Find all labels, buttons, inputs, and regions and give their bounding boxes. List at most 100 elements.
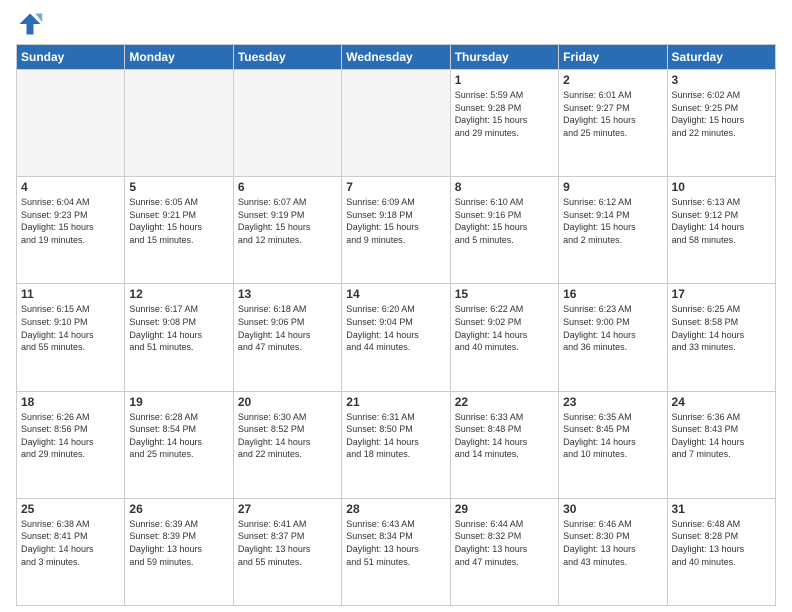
day-info: Sunrise: 6:18 AM Sunset: 9:06 PM Dayligh… (238, 303, 337, 353)
day-number: 15 (455, 287, 554, 301)
table-cell: 17 Sunrise: 6:25 AM Sunset: 8:58 PM Dayli… (667, 284, 775, 391)
table-cell: 10Sunrise: 6:13 AM Sunset: 9:12 PM Dayli… (667, 177, 775, 284)
table-cell: 29 Sunrise: 6:44 AM Sunset: 8:32 PM Dayli… (450, 498, 558, 605)
table-cell: 8 Sunrise: 6:10 AM Sunset: 9:16 PM Daylig… (450, 177, 558, 284)
day-info: Sunrise: 6:12 AM Sunset: 9:14 PM Dayligh… (563, 196, 662, 246)
day-info: Sunrise: 6:17 AM Sunset: 9:08 PM Dayligh… (129, 303, 228, 353)
table-cell: 6 Sunrise: 6:07 AM Sunset: 9:19 PM Daylig… (233, 177, 341, 284)
day-number: 2 (563, 73, 662, 87)
day-number: 11 (21, 287, 120, 301)
day-info: Sunrise: 6:48 AM Sunset: 8:28 PM Dayligh… (672, 518, 771, 568)
day-info: Sunrise: 6:22 AM Sunset: 9:02 PM Dayligh… (455, 303, 554, 353)
table-cell: 3 Sunrise: 6:02 AM Sunset: 9:25 PM Daylig… (667, 70, 775, 177)
day-number: 18 (21, 395, 120, 409)
day-info: Sunrise: 6:38 AM Sunset: 8:41 PM Dayligh… (21, 518, 120, 568)
day-info: Sunrise: 6:20 AM Sunset: 9:04 PM Dayligh… (346, 303, 445, 353)
day-info: Sunrise: 6:41 AM Sunset: 8:37 PM Dayligh… (238, 518, 337, 568)
day-info: Sunrise: 6:10 AM Sunset: 9:16 PM Dayligh… (455, 196, 554, 246)
day-info: Sunrise: 6:09 AM Sunset: 9:18 PM Dayligh… (346, 196, 445, 246)
col-friday: Friday (559, 45, 667, 70)
day-number: 20 (238, 395, 337, 409)
table-cell: 11 Sunrise: 6:15 AM Sunset: 9:10 PM Dayli… (17, 284, 125, 391)
table-cell: 15 Sunrise: 6:22 AM Sunset: 9:02 PM Dayli… (450, 284, 558, 391)
day-info: Sunrise: 6:23 AM Sunset: 9:00 PM Dayligh… (563, 303, 662, 353)
table-cell: 30Sunrise: 6:46 AM Sunset: 8:30 PM Dayli… (559, 498, 667, 605)
day-number: 8 (455, 180, 554, 194)
table-cell: 2 Sunrise: 6:01 AM Sunset: 9:27 PM Daylig… (559, 70, 667, 177)
day-info: Sunrise: 6:33 AM Sunset: 8:48 PM Dayligh… (455, 411, 554, 461)
day-info: Sunrise: 6:07 AM Sunset: 9:19 PM Dayligh… (238, 196, 337, 246)
day-number: 1 (455, 73, 554, 87)
table-cell: 18 Sunrise: 6:26 AM Sunset: 8:56 PM Dayli… (17, 391, 125, 498)
logo-icon (16, 10, 44, 38)
day-number: 14 (346, 287, 445, 301)
table-cell: 25 Sunrise: 6:38 AM Sunset: 8:41 PM Dayli… (17, 498, 125, 605)
day-number: 23 (563, 395, 662, 409)
table-cell: 20Sunrise: 6:30 AM Sunset: 8:52 PM Dayli… (233, 391, 341, 498)
table-cell: 16Sunrise: 6:23 AM Sunset: 9:00 PM Dayli… (559, 284, 667, 391)
day-number: 31 (672, 502, 771, 516)
day-number: 29 (455, 502, 554, 516)
table-cell: 12 Sunrise: 6:17 AM Sunset: 9:08 PM Dayli… (125, 284, 233, 391)
table-cell: 7Sunrise: 6:09 AM Sunset: 9:18 PM Daylig… (342, 177, 450, 284)
table-cell: 5 Sunrise: 6:05 AM Sunset: 9:21 PM Daylig… (125, 177, 233, 284)
day-info: Sunrise: 5:59 AM Sunset: 9:28 PM Dayligh… (455, 89, 554, 139)
day-info: Sunrise: 6:35 AM Sunset: 8:45 PM Dayligh… (563, 411, 662, 461)
day-info: Sunrise: 6:46 AM Sunset: 8:30 PM Dayligh… (563, 518, 662, 568)
day-number: 21 (346, 395, 445, 409)
day-number: 4 (21, 180, 120, 194)
day-number: 3 (672, 73, 771, 87)
table-cell (17, 70, 125, 177)
col-saturday: Saturday (667, 45, 775, 70)
day-info: Sunrise: 6:43 AM Sunset: 8:34 PM Dayligh… (346, 518, 445, 568)
day-info: Sunrise: 6:26 AM Sunset: 8:56 PM Dayligh… (21, 411, 120, 461)
table-cell: 31 Sunrise: 6:48 AM Sunset: 8:28 PM Dayli… (667, 498, 775, 605)
day-number: 25 (21, 502, 120, 516)
col-tuesday: Tuesday (233, 45, 341, 70)
day-number: 5 (129, 180, 228, 194)
day-number: 17 (672, 287, 771, 301)
day-info: Sunrise: 6:25 AM Sunset: 8:58 PM Dayligh… (672, 303, 771, 353)
table-cell (233, 70, 341, 177)
day-info: Sunrise: 6:05 AM Sunset: 9:21 PM Dayligh… (129, 196, 228, 246)
col-thursday: Thursday (450, 45, 558, 70)
day-info: Sunrise: 6:01 AM Sunset: 9:27 PM Dayligh… (563, 89, 662, 139)
table-cell: 13 Sunrise: 6:18 AM Sunset: 9:06 PM Dayli… (233, 284, 341, 391)
day-number: 9 (563, 180, 662, 194)
day-info: Sunrise: 6:13 AM Sunset: 9:12 PM Dayligh… (672, 196, 771, 246)
calendar-header-row: Sunday Monday Tuesday Wednesday Thursday… (17, 45, 776, 70)
day-info: Sunrise: 6:28 AM Sunset: 8:54 PM Dayligh… (129, 411, 228, 461)
day-number: 22 (455, 395, 554, 409)
table-cell: 23 Sunrise: 6:35 AM Sunset: 8:45 PM Dayli… (559, 391, 667, 498)
table-cell: 19 Sunrise: 6:28 AM Sunset: 8:54 PM Dayli… (125, 391, 233, 498)
day-info: Sunrise: 6:31 AM Sunset: 8:50 PM Dayligh… (346, 411, 445, 461)
day-info: Sunrise: 6:44 AM Sunset: 8:32 PM Dayligh… (455, 518, 554, 568)
col-monday: Monday (125, 45, 233, 70)
day-number: 19 (129, 395, 228, 409)
day-number: 12 (129, 287, 228, 301)
day-number: 13 (238, 287, 337, 301)
day-info: Sunrise: 6:15 AM Sunset: 9:10 PM Dayligh… (21, 303, 120, 353)
day-number: 24 (672, 395, 771, 409)
table-cell: 1 Sunrise: 5:59 AM Sunset: 9:28 PM Daylig… (450, 70, 558, 177)
logo (16, 10, 48, 38)
table-cell (342, 70, 450, 177)
table-cell: 24 Sunrise: 6:36 AM Sunset: 8:43 PM Dayli… (667, 391, 775, 498)
table-cell: 26Sunrise: 6:39 AM Sunset: 8:39 PM Dayli… (125, 498, 233, 605)
day-info: Sunrise: 6:36 AM Sunset: 8:43 PM Dayligh… (672, 411, 771, 461)
page-header (16, 10, 776, 38)
day-info: Sunrise: 6:04 AM Sunset: 9:23 PM Dayligh… (21, 196, 120, 246)
table-cell: 14 Sunrise: 6:20 AM Sunset: 9:04 PM Dayli… (342, 284, 450, 391)
table-cell: 4 Sunrise: 6:04 AM Sunset: 9:23 PM Daylig… (17, 177, 125, 284)
table-cell: 27 Sunrise: 6:41 AM Sunset: 8:37 PM Dayli… (233, 498, 341, 605)
day-number: 26 (129, 502, 228, 516)
col-wednesday: Wednesday (342, 45, 450, 70)
day-number: 27 (238, 502, 337, 516)
table-cell: 28 Sunrise: 6:43 AM Sunset: 8:34 PM Dayli… (342, 498, 450, 605)
table-cell (125, 70, 233, 177)
day-number: 6 (238, 180, 337, 194)
day-number: 28 (346, 502, 445, 516)
table-cell: 9 Sunrise: 6:12 AM Sunset: 9:14 PM Daylig… (559, 177, 667, 284)
calendar-table: Sunday Monday Tuesday Wednesday Thursday… (16, 44, 776, 606)
day-info: Sunrise: 6:02 AM Sunset: 9:25 PM Dayligh… (672, 89, 771, 139)
